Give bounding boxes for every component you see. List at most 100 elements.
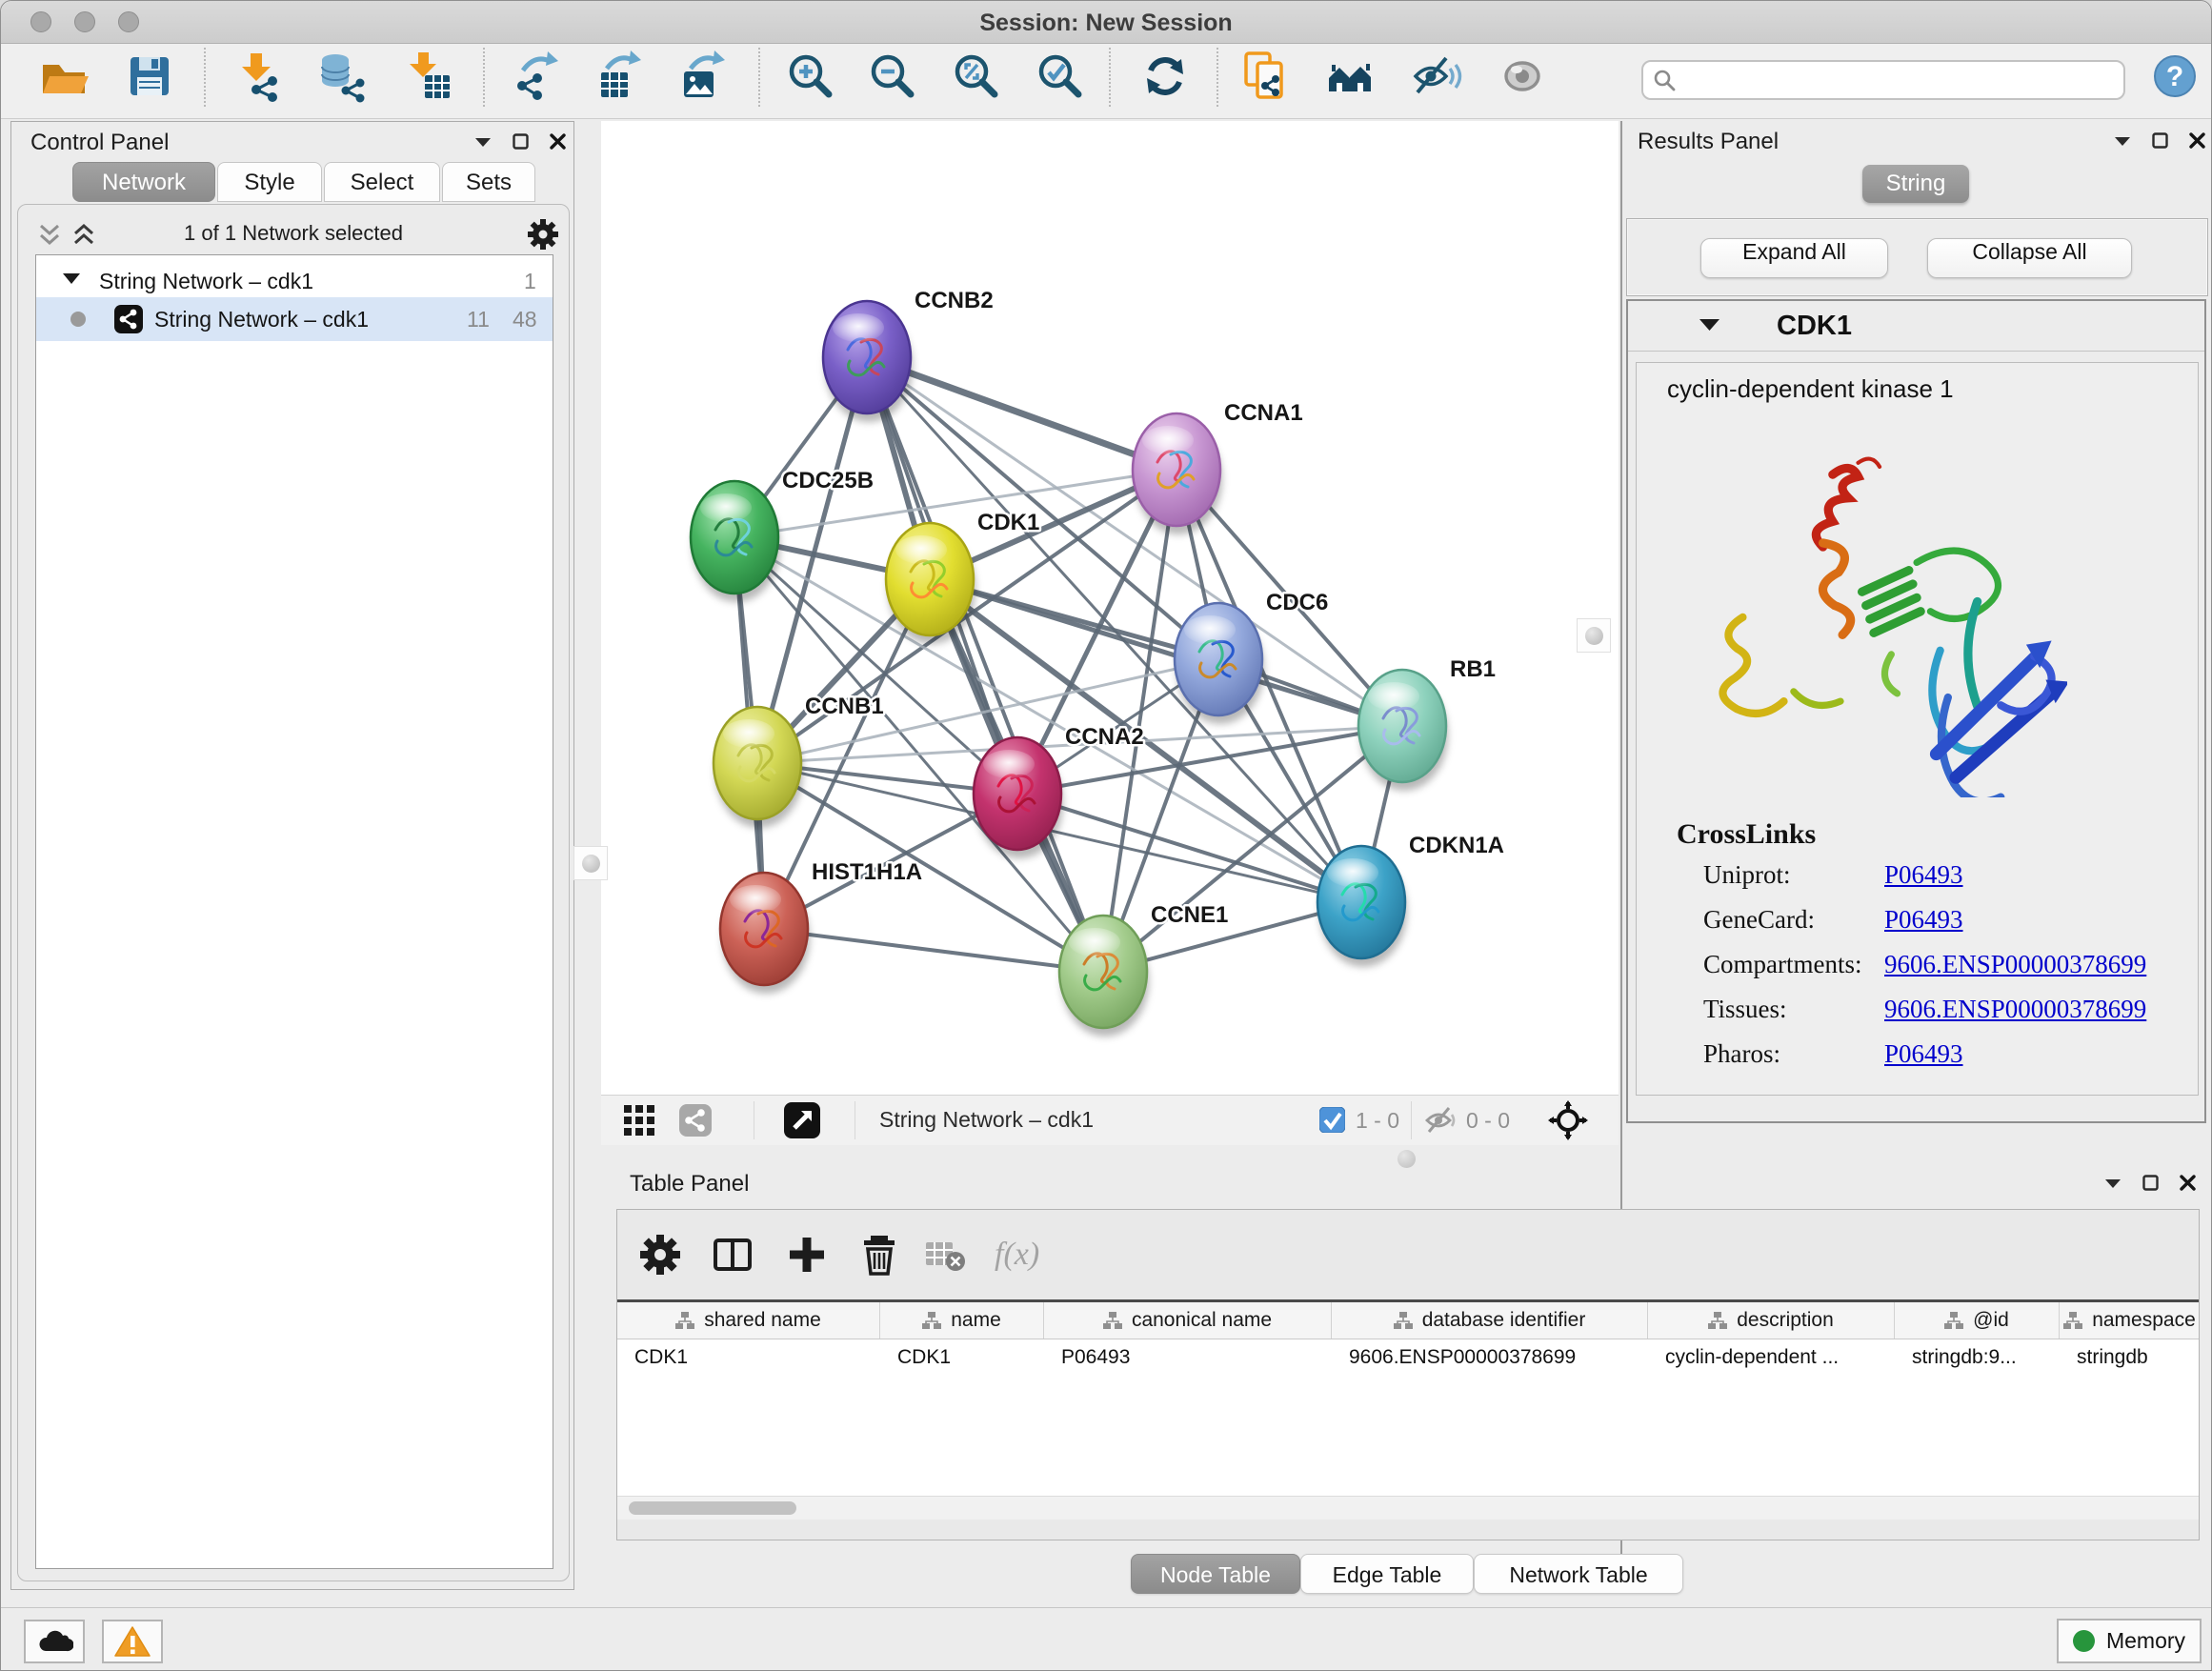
crosslink-link[interactable]: P06493: [1884, 860, 1963, 890]
collapse-all-button[interactable]: Collapse All: [1927, 238, 2132, 278]
section-expander-icon[interactable]: [1699, 318, 1719, 332]
tab-network-table[interactable]: Network Table: [1474, 1554, 1683, 1594]
show-columns-icon[interactable]: [711, 1233, 754, 1277]
export-network-icon[interactable]: [508, 50, 561, 103]
save-session-icon[interactable]: [123, 50, 176, 103]
table-horizontal-scrollbar[interactable]: [617, 1496, 2199, 1520]
open-session-icon[interactable]: [37, 50, 90, 103]
delete-column-trash-icon[interactable]: [857, 1233, 901, 1277]
scrollbar-thumb[interactable]: [629, 1501, 796, 1515]
node-CCNE1[interactable]: CCNE1: [1059, 902, 1228, 1037]
column-header-canonical-name[interactable]: canonical name: [1044, 1302, 1332, 1339]
selected-checkbox-icon[interactable]: [1319, 1107, 1345, 1133]
network-selection-status: 1 of 1 Network selected: [18, 221, 569, 246]
node-CCNA2[interactable]: CCNA2: [974, 724, 1144, 858]
crosslink-link[interactable]: P06493: [1884, 1039, 1963, 1069]
tab-node-table[interactable]: Node Table: [1131, 1554, 1300, 1594]
node-CDKN1A[interactable]: CDKN1A: [1317, 833, 1504, 967]
protein-section-header[interactable]: CDK1: [1628, 301, 2204, 352]
tab-string[interactable]: String: [1862, 165, 1969, 203]
crosslink-link[interactable]: P06493: [1884, 905, 1963, 935]
edge-CCNB2-CCNA1[interactable]: [867, 357, 1176, 470]
left-splitter-handle[interactable]: [573, 846, 608, 880]
table-cell[interactable]: cyclin-dependent ...: [1648, 1339, 1895, 1377]
table-cell[interactable]: CDK1: [617, 1339, 880, 1377]
network-view-canvas[interactable]: CCNB2CCNA1CDC25BCDK1CDC6RB1CCNB1CCNA2CDK…: [601, 121, 1619, 1095]
crosslink-link[interactable]: 9606.ENSP00000378699: [1884, 950, 2146, 979]
node-CDC6[interactable]: CDC6: [1175, 590, 1328, 724]
add-column-icon[interactable]: [785, 1233, 829, 1277]
node-label-CCNE1: CCNE1: [1151, 902, 1228, 928]
table-cell[interactable]: stringdb:9...: [1895, 1339, 2060, 1377]
node-CCNB1[interactable]: CCNB1: [714, 694, 884, 828]
birds-eye-grid-icon[interactable]: [624, 1105, 654, 1136]
zoom-in-icon[interactable]: [784, 50, 837, 103]
table-options-gear-icon[interactable]: [638, 1233, 682, 1277]
tree-expander-icon[interactable]: [63, 272, 80, 285]
table-cell[interactable]: stringdb: [2060, 1339, 2201, 1377]
float-panel-icon[interactable]: [474, 136, 492, 148]
zoom-selected-icon[interactable]: [1034, 50, 1087, 103]
node-HIST1H1A[interactable]: HIST1H1A: [720, 859, 922, 994]
app-window: Session: New Session: [0, 0, 2212, 1671]
search-input[interactable]: [1685, 64, 2118, 98]
maximize-panel-icon[interactable]: [2152, 132, 2168, 149]
open-in-new-window-icon[interactable]: [784, 1102, 820, 1138]
edge-HIST1H1A-CCNE1[interactable]: [764, 929, 1103, 972]
table-panel-title: Table Panel: [630, 1171, 749, 1198]
cloud-status-button[interactable]: [24, 1620, 85, 1663]
export-image-icon[interactable]: [674, 50, 727, 103]
zoom-out-icon[interactable]: [866, 50, 919, 103]
show-all-icon[interactable]: [1497, 50, 1550, 103]
column-header-name[interactable]: name: [880, 1302, 1044, 1339]
column-header-database-identifier[interactable]: database identifier: [1332, 1302, 1648, 1339]
tab-select[interactable]: Select: [324, 162, 440, 202]
network-options-gear-icon[interactable]: [527, 218, 559, 251]
fit-selected-crosshair-icon[interactable]: [1548, 1100, 1588, 1140]
zoom-fit-icon[interactable]: [950, 50, 1003, 103]
import-database-icon[interactable]: [315, 50, 369, 103]
network-row-selected[interactable]: String Network – cdk1 11 48: [36, 297, 553, 341]
table-cell[interactable]: P06493: [1044, 1339, 1332, 1377]
import-network-icon[interactable]: [231, 50, 285, 103]
network-collection-row[interactable]: String Network – cdk1 1: [36, 263, 553, 297]
float-panel-icon[interactable]: [2104, 1178, 2122, 1189]
node-label-CCNA1: CCNA1: [1224, 400, 1303, 426]
expand-all-button[interactable]: Expand All: [1700, 238, 1888, 278]
close-panel-icon[interactable]: [550, 133, 566, 150]
close-panel-icon[interactable]: [2180, 1175, 2196, 1191]
maximize-panel-icon[interactable]: [2142, 1175, 2159, 1191]
help-icon[interactable]: ?: [2152, 53, 2198, 99]
table-cell[interactable]: 9606.ENSP00000378699: [1332, 1339, 1648, 1377]
tab-sets[interactable]: Sets: [442, 162, 535, 202]
refresh-icon[interactable]: [1138, 50, 1192, 103]
tab-style[interactable]: Style: [217, 162, 322, 202]
crosslink-label: Compartments:: [1703, 950, 1861, 978]
network-share-icon[interactable]: [679, 1104, 712, 1137]
column-header--id[interactable]: @id: [1895, 1302, 2060, 1339]
import-table-icon[interactable]: [401, 50, 454, 103]
column-header-shared-name[interactable]: shared name: [617, 1302, 880, 1339]
memory-button[interactable]: Memory: [2057, 1619, 2202, 1663]
clone-network-icon[interactable]: [1239, 50, 1293, 103]
table-cell[interactable]: CDK1: [880, 1339, 1044, 1377]
right-splitter-handle[interactable]: [1577, 618, 1611, 653]
node-CDK1[interactable]: CDK1: [886, 510, 1039, 644]
network-graph[interactable]: CCNB2CCNA1CDC25BCDK1CDC6RB1CCNB1CCNA2CDK…: [601, 121, 1619, 1095]
tab-edge-table[interactable]: Edge Table: [1300, 1554, 1474, 1594]
protein-structure-image: [1686, 445, 2067, 797]
export-table-icon[interactable]: [590, 50, 643, 103]
float-panel-icon[interactable]: [2114, 135, 2131, 147]
column-header-namespace[interactable]: namespace: [2060, 1302, 2199, 1339]
column-header-description[interactable]: description: [1648, 1302, 1895, 1339]
first-neighbors-icon[interactable]: [1323, 50, 1377, 103]
close-panel-icon[interactable]: [2189, 132, 2205, 149]
crosslink-link[interactable]: 9606.ENSP00000378699: [1884, 995, 2146, 1024]
tab-network[interactable]: Network: [72, 162, 215, 202]
node-RB1[interactable]: RB1: [1358, 656, 1496, 791]
horizontal-splitter-handle[interactable]: [1398, 1150, 1416, 1168]
maximize-panel-icon[interactable]: [513, 133, 529, 150]
node-label-CCNB1: CCNB1: [805, 694, 884, 719]
hide-selected-icon[interactable]: [1409, 50, 1462, 103]
warnings-button[interactable]: [102, 1620, 163, 1663]
